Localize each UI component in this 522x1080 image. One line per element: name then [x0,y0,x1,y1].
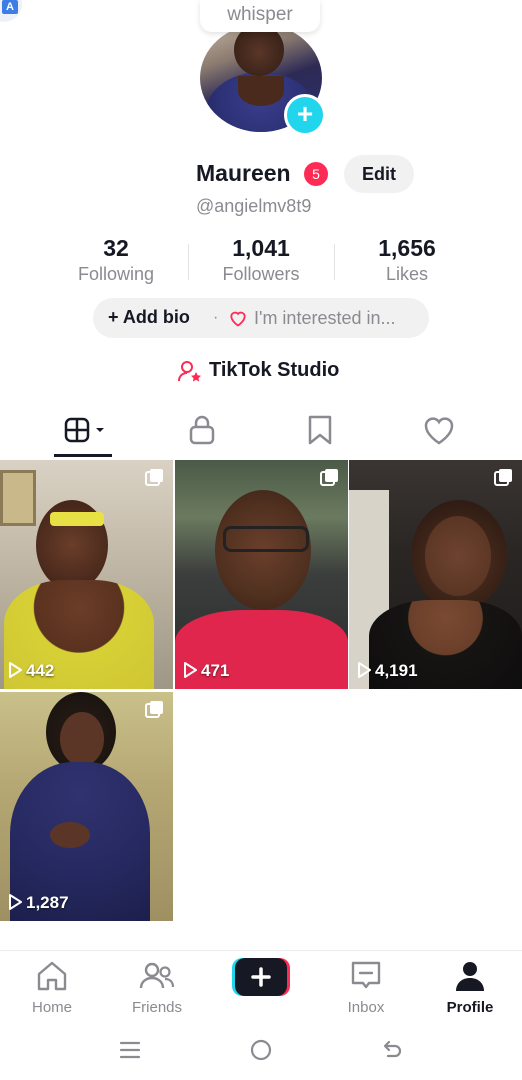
nav-home[interactable]: Home [12,960,92,1016]
multi-image-icon [145,468,165,491]
whisper-bubble[interactable]: whisper [200,0,320,32]
grid-icon [64,417,104,443]
view-count: 4,191 [357,661,418,681]
likes-label: Likes [385,264,429,284]
inbox-icon [351,961,381,989]
studio-icon [177,359,203,390]
interests-button[interactable]: I'm interested in... [254,308,396,329]
stat-likes[interactable]: 1,656 Likes [337,234,477,286]
followers-count: 1,041 [232,235,290,261]
add-bio-button[interactable]: + Add bio [108,307,190,328]
tab-liked[interactable] [419,412,459,448]
play-icon [9,894,22,910]
profile-name: Maureen [196,160,291,186]
recent-apps-icon[interactable] [118,1038,142,1067]
following-count: 32 [103,235,129,261]
lock-icon [189,415,215,445]
tiktok-studio-link[interactable]: TikTok Studio [209,359,339,382]
notification-badge[interactable]: 5 [304,162,328,186]
add-story-button[interactable]: + [284,94,326,136]
stat-followers[interactable]: 1,041 Followers [191,234,331,286]
bio-separator: · [213,309,219,326]
play-icon [358,662,371,678]
video-thumbnail[interactable]: 1,287 [0,692,173,921]
stat-divider [334,244,335,280]
video-thumbnail[interactable]: 442 [0,460,173,689]
likes-count: 1,656 [378,235,436,261]
nav-inbox[interactable]: Inbox [326,960,406,1016]
friends-icon [139,962,175,989]
nav-inbox-label: Inbox [347,999,385,1016]
home-icon [37,961,67,991]
nav-friends-label: Friends [131,999,183,1016]
heart-icon [424,417,454,445]
profile-icon [456,962,484,991]
video-thumbnail[interactable]: 471 [175,460,348,689]
translate-icon[interactable]: A [2,0,18,14]
nav-profile-label: Profile [446,999,494,1016]
tab-private[interactable] [182,412,222,448]
tab-favorites[interactable] [300,412,340,448]
nav-home-label: Home [31,999,72,1016]
stat-divider [188,244,189,280]
multi-image-icon [320,468,340,491]
multi-image-icon [494,468,514,491]
following-label: Following [77,264,155,284]
create-icon [232,958,290,996]
play-icon [9,662,22,678]
edit-profile-button[interactable]: Edit [344,155,414,193]
view-count: 442 [8,661,54,681]
back-icon[interactable] [380,1038,404,1067]
nav-profile[interactable]: Profile [430,960,510,1016]
profile-handle: @angielmv8t9 [196,196,312,216]
video-thumbnail[interactable]: 4,191 [349,460,522,689]
heart-outline-icon [228,308,248,333]
view-count: 1,287 [8,893,69,913]
create-button[interactable] [232,958,290,996]
view-count: 471 [183,661,229,681]
nav-friends[interactable]: Friends [117,960,197,1016]
bookmark-icon [308,415,332,445]
multi-image-icon [145,700,165,723]
home-circle-icon[interactable] [249,1038,273,1067]
tab-active-indicator [54,454,112,457]
play-icon [184,662,197,678]
tab-videos[interactable] [62,412,104,448]
stat-following[interactable]: 32 Following [46,234,186,286]
followers-label: Followers [222,264,300,284]
